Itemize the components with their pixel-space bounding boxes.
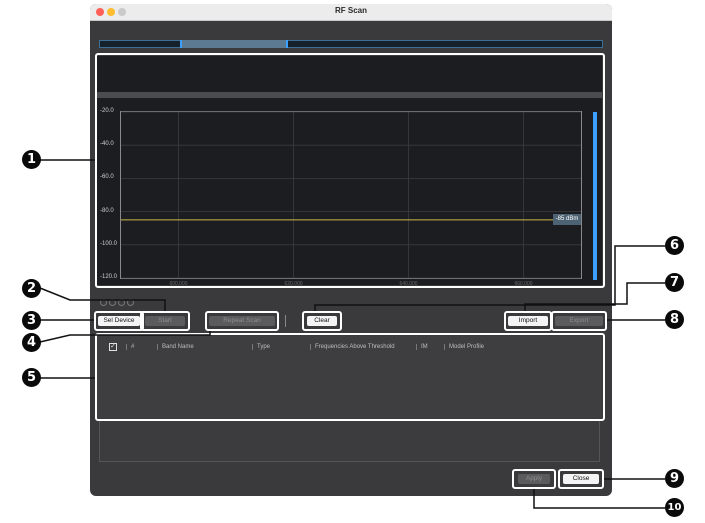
callout-badge-10: 10 bbox=[665, 498, 684, 517]
callout-badge-6: 6 bbox=[665, 236, 684, 255]
callout-badge-7: 7 bbox=[665, 273, 684, 292]
callout-badge-1: 1 bbox=[22, 150, 41, 169]
callout-leader-lines bbox=[39, 159, 665, 509]
callout-badge-4: 4 bbox=[22, 333, 41, 352]
callout-badge-2: 2 bbox=[22, 279, 41, 298]
callout-badge-9: 9 bbox=[665, 469, 684, 488]
callout-badge-5: 5 bbox=[22, 368, 41, 387]
callout-badge-8: 8 bbox=[665, 310, 684, 329]
callout-badge-3: 3 bbox=[22, 311, 41, 330]
